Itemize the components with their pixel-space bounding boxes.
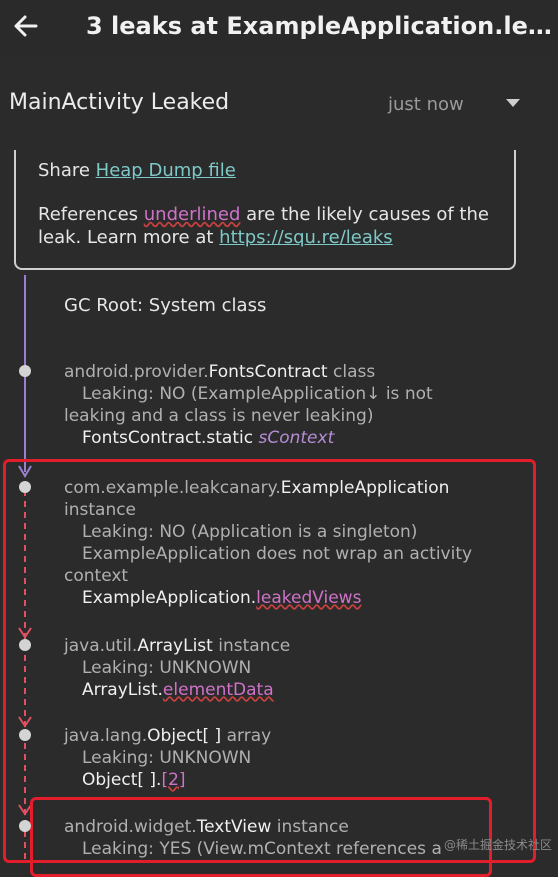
node-kind: instance: [271, 817, 349, 837]
node-kind: instance: [212, 636, 291, 656]
node-leaking-status: Leaking: YES (View.mContext references a: [82, 839, 442, 859]
node-ref-field: sContext: [258, 428, 335, 448]
node-ref-class: ExampleApplication.: [82, 588, 257, 608]
node-ref-field: leakedViews: [256, 588, 362, 608]
trace-node-dot: [19, 820, 31, 832]
trace-node-dot: [19, 729, 31, 741]
node-ref-class: Object[ ].: [82, 770, 162, 790]
node-package: android.widget.: [64, 817, 197, 837]
node-leaking-reason: leaking and a class is never leaking): [64, 406, 374, 426]
node-ref-class: ArrayList.: [82, 680, 163, 700]
node-class: Object[ ]: [147, 726, 222, 746]
trace-node-exampleapplication[interactable]: com.example.leakcanary.ExampleApplicatio…: [64, 477, 472, 609]
trace-node-dot: [19, 365, 31, 377]
node-kind: class: [327, 362, 376, 382]
node-class: ArrayList: [137, 636, 213, 656]
trace-node-fontscontract[interactable]: android.provider.FontsContract class Lea…: [64, 361, 433, 449]
node-package: java.lang.: [64, 726, 148, 746]
node-leaking-reason: ExampleApplication does not wrap an acti…: [82, 544, 473, 564]
watermark: @稀土掘金技术社区: [443, 838, 552, 852]
node-leaking-status: Leaking: UNKNOWN: [82, 658, 252, 678]
node-kind: instance: [64, 500, 137, 520]
node-ref-field: elementData: [162, 680, 274, 700]
node-package: android.provider.: [64, 362, 209, 382]
node-leaking-status: Leaking: UNKNOWN: [82, 748, 252, 768]
node-ref-field: [2]: [161, 770, 186, 790]
trace-node-dot: [19, 481, 31, 493]
node-class: ExampleApplication: [280, 478, 450, 498]
gc-root-label: GC Root: System class: [64, 295, 267, 316]
trace-node-object-array[interactable]: java.lang.Object[ ] array Leaking: UNKNO…: [64, 725, 271, 791]
trace-node-dot: [19, 639, 31, 651]
node-ref-class: FontsContract.static: [82, 428, 259, 448]
trace-node-arraylist[interactable]: java.util.ArrayList instance Leaking: UN…: [64, 635, 290, 701]
node-leaking-status: Leaking: NO (ExampleApplication↓ is not: [82, 384, 433, 404]
node-package: java.util.: [64, 636, 138, 656]
node-class: FontsContract: [208, 362, 328, 382]
node-kind: array: [221, 726, 272, 746]
node-package: com.example.leakcanary.: [64, 478, 281, 498]
node-leaking-status: Leaking: NO (Application is a singleton): [82, 522, 418, 542]
trace-node-textview[interactable]: android.widget.TextView instance Leaking…: [64, 816, 442, 860]
node-class: TextView: [196, 817, 272, 837]
node-leaking-reason-cont: context: [64, 566, 129, 586]
